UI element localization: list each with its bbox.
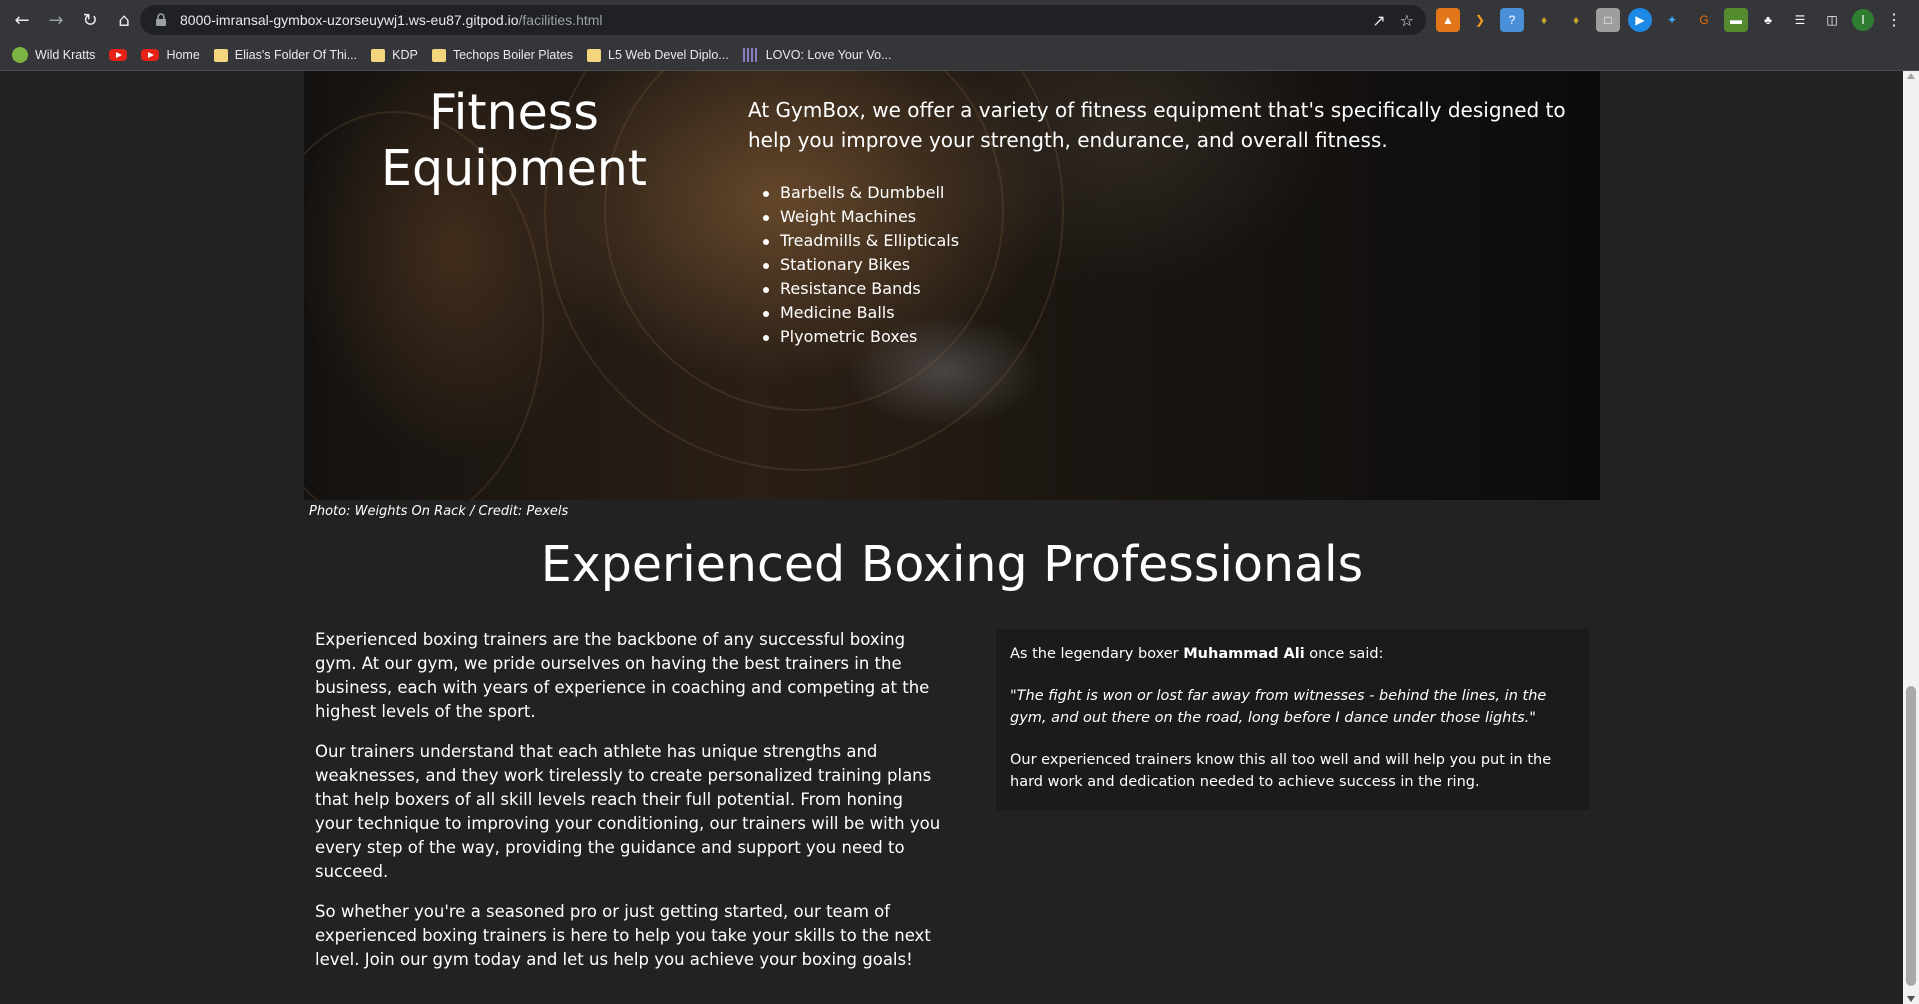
hero-title: Fitness Equipment xyxy=(364,85,664,197)
extension-icon[interactable]: ▬ xyxy=(1724,8,1748,32)
bookmark-home[interactable]: Home xyxy=(141,48,200,62)
profile-avatar[interactable]: I xyxy=(1852,9,1874,31)
lock-icon xyxy=(156,13,166,26)
list-item: Weight Machines xyxy=(748,205,959,229)
bookmark-label: Home xyxy=(166,48,200,62)
paragraph: So whether you're a seasoned pro or just… xyxy=(315,902,931,969)
folder-icon xyxy=(371,48,386,62)
bookmark-label: L5 Web Devel Diplo... xyxy=(608,48,729,62)
bookmark-youtube[interactable] xyxy=(109,49,128,61)
lovo-icon xyxy=(742,48,759,62)
page-viewport: Fitness Equipment At GymBox, we offer a … xyxy=(0,71,1903,1004)
forward-icon[interactable]: → xyxy=(40,4,72,36)
photo-caption: Photo: Weights On Rack / Credit: Pexels xyxy=(309,504,569,519)
bookmark-elias-folder[interactable]: Elias's Folder Of Thi... xyxy=(213,48,358,62)
bookmark-kdp[interactable]: KDP xyxy=(371,48,418,62)
extension-icon[interactable]: G xyxy=(1692,8,1716,32)
boxer-name: Muhammad Ali xyxy=(1183,646,1305,662)
extensions-bar: ▲ ❯ ? ♦ ♦ □ ▶ ✦ G ▬ ♣ ☰ ◫ I ⋮ xyxy=(1436,8,1906,32)
url-text: 8000-imransal-gymbox-uzorseuywj1.ws-eu87… xyxy=(180,12,603,28)
metamask-extension-icon[interactable]: ▲ xyxy=(1436,8,1460,32)
list-item: Resistance Bands xyxy=(748,277,959,301)
scroll-thumb[interactable] xyxy=(1906,686,1916,986)
quote-intro-text: once said: xyxy=(1304,646,1384,662)
reading-list-icon[interactable]: ☰ xyxy=(1788,8,1812,32)
extension-icon[interactable]: □ xyxy=(1596,8,1620,32)
bookmark-wild-kratts[interactable]: Wild Kratts xyxy=(12,47,95,63)
bookmark-techops[interactable]: Techops Boiler Plates xyxy=(431,48,574,62)
browser-toolbar: ← → ↻ ⌂ 8000-imransal-gymbox-uzorseuywj1… xyxy=(0,0,1919,40)
youtube-icon xyxy=(141,49,160,61)
home-icon[interactable]: ⌂ xyxy=(108,4,140,36)
list-item: Plyometric Boxes xyxy=(748,325,959,349)
list-item: Treadmills & Ellipticals xyxy=(748,229,959,253)
extension-icon[interactable]: ? xyxy=(1500,8,1524,32)
page-scrollbar[interactable] xyxy=(1903,71,1919,1004)
back-icon[interactable]: ← xyxy=(6,4,38,36)
url-path: /facilities.html xyxy=(518,12,603,28)
bookmark-label: Techops Boiler Plates xyxy=(452,48,574,62)
bookmarks-bar: Wild Kratts Home Elias's Folder Of Thi..… xyxy=(0,40,1919,71)
bookmark-star-icon[interactable]: ☆ xyxy=(1400,11,1414,30)
url-host: 8000-imransal-gymbox-uzorseuywj1.ws-eu87… xyxy=(180,12,519,28)
quote-text: "The fight is won or lost far away from … xyxy=(1010,688,1547,726)
trainers-text: Experienced boxing trainers are the back… xyxy=(315,628,945,988)
list-item: Barbells & Dumbbell xyxy=(748,181,959,205)
folder-icon xyxy=(431,48,446,62)
bookmark-label: LOVO: Love Your Vo... xyxy=(765,48,892,62)
reload-icon[interactable]: ↻ xyxy=(74,4,106,36)
hero-title-line: Equipment xyxy=(381,140,647,197)
bookmark-label: Wild Kratts xyxy=(35,48,96,62)
scroll-down-icon[interactable] xyxy=(1907,996,1915,1002)
wild-kratts-icon xyxy=(12,47,28,63)
address-bar[interactable]: 8000-imransal-gymbox-uzorseuywj1.ws-eu87… xyxy=(140,5,1426,35)
bookmark-l5-web[interactable]: L5 Web Devel Diplo... xyxy=(587,48,729,62)
extension-icon[interactable]: ❯ xyxy=(1468,8,1492,32)
youtube-icon xyxy=(109,49,128,61)
extension-icon[interactable]: ✦ xyxy=(1660,8,1684,32)
quote-followup: Our experienced trainers know this all t… xyxy=(1010,752,1552,790)
share-icon[interactable]: ↗ xyxy=(1372,11,1385,30)
section-title: Experienced Boxing Professionals xyxy=(540,536,1364,593)
extension-icon[interactable]: ♦ xyxy=(1532,8,1556,32)
list-item: Stationary Bikes xyxy=(748,253,959,277)
scroll-up-icon[interactable] xyxy=(1907,73,1915,79)
paragraph: Our trainers understand that each athlet… xyxy=(315,742,941,881)
extension-icon[interactable]: ▶ xyxy=(1628,8,1652,32)
menu-kebab-icon[interactable]: ⋮ xyxy=(1882,8,1906,32)
quote-intro-text: As the legendary boxer xyxy=(1010,646,1184,662)
list-item: Medicine Balls xyxy=(748,301,959,325)
folder-icon xyxy=(587,48,602,62)
bookmark-label: Elias's Folder Of Thi... xyxy=(234,48,358,62)
extension-icon[interactable]: ♦ xyxy=(1564,8,1588,32)
quote-intro: As the legendary boxer Muhammad Ali once… xyxy=(1010,643,1575,665)
fitness-equipment-hero: Fitness Equipment At GymBox, we offer a … xyxy=(304,71,1600,500)
side-panel-icon[interactable]: ◫ xyxy=(1820,8,1844,32)
hero-title-line: Fitness xyxy=(429,84,599,141)
bookmark-lovo[interactable]: LOVO: Love Your Vo... xyxy=(742,48,892,62)
folder-icon xyxy=(213,48,228,62)
hero-intro: At GymBox, we offer a variety of fitness… xyxy=(748,98,1566,152)
bookmark-label: KDP xyxy=(392,48,418,62)
quote-box: As the legendary boxer Muhammad Ali once… xyxy=(996,629,1589,810)
puzzle-icon[interactable]: ♣ xyxy=(1756,8,1780,32)
paragraph: Experienced boxing trainers are the back… xyxy=(315,630,930,721)
equipment-list: Barbells & Dumbbell Weight Machines Trea… xyxy=(748,181,959,349)
